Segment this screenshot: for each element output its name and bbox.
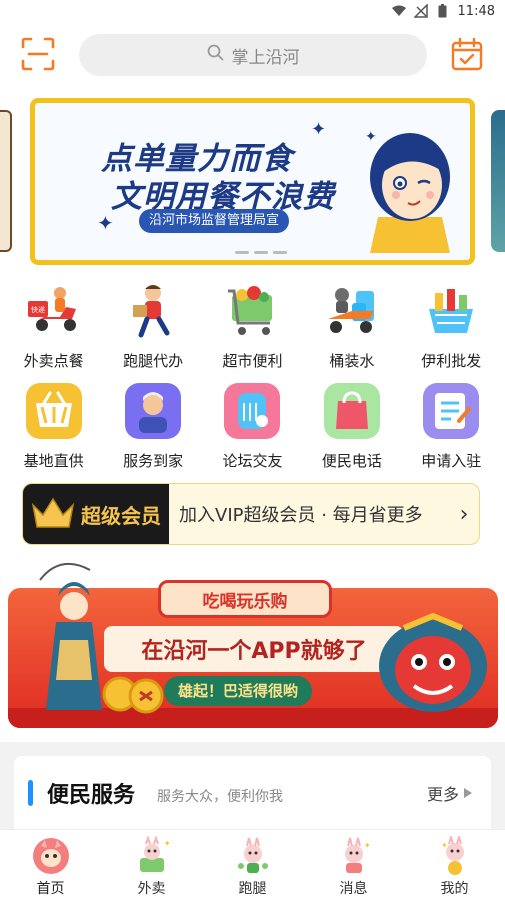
grid-item-wholesale[interactable]: 伊利批发 (406, 272, 496, 372)
grid-item-base-supply[interactable]: 基地直供 (9, 372, 99, 472)
grid-item-apply[interactable]: 申请入驻 (406, 372, 496, 472)
home-service-icon (122, 380, 184, 442)
top-bar: 掌上沿河 (0, 32, 505, 80)
status-time: 11:48 (457, 3, 495, 19)
takeout-tab-icon: ✦ (132, 834, 172, 876)
wifi-icon (391, 4, 406, 18)
function-grid: 快递 外卖点餐 跑腿代办 超市便利 桶装水 伊利批发 基地直供 服务到家 论坛交… (0, 272, 505, 472)
forum-icon (221, 380, 283, 442)
vip-text: 加入VIP超级会员 · 每月省更多 (179, 505, 423, 526)
wholesale-basket-icon (420, 280, 482, 342)
more-button[interactable]: 更多 (427, 781, 473, 805)
tab-errand[interactable]: 跑腿 (213, 830, 293, 899)
grid-item-errand[interactable]: 跑腿代办 (108, 272, 198, 372)
message-tab-icon: ✦ (334, 836, 374, 876)
courier-runner-icon (122, 280, 184, 342)
lion-mask-illustration (374, 612, 492, 716)
bottom-tab-bar: 首页 ✦ 外卖 跑腿 ✦ 消息 ✦ 我的 (0, 829, 505, 899)
shopping-cart-icon (221, 280, 283, 342)
tab-messages[interactable]: ✦ 消息 (314, 830, 394, 899)
grid-label: 跑腿代办 (123, 352, 184, 370)
service-section: 便民服务 服务大众，便利你我 更多 (0, 756, 505, 830)
promo-headline: 在沿河一个APP就够了 (104, 626, 404, 672)
scan-icon[interactable] (20, 36, 56, 72)
grid-item-takeout[interactable]: 快递 外卖点餐 (9, 272, 99, 372)
grid-label: 基地直供 (23, 452, 84, 470)
grid-label: 申请入驻 (421, 452, 482, 470)
promo-slogan: 雄起！巴适得很哟 (164, 676, 313, 706)
profile-tab-icon: ✦ (435, 833, 475, 876)
service-title: 便民服务 (47, 783, 136, 808)
banner-next-peek[interactable] (491, 110, 505, 252)
svg-text:✦: ✦ (441, 841, 448, 850)
home-tab-icon (31, 836, 71, 876)
tab-label: 消息 (339, 881, 368, 897)
grid-item-phone[interactable]: 便民电话 (307, 372, 397, 472)
promo-cap: 吃喝玩乐购 (158, 580, 332, 618)
tab-takeout[interactable]: ✦ 外卖 (112, 830, 192, 899)
grid-item-forum[interactable]: 论坛交友 (207, 372, 297, 472)
svg-text:✦: ✦ (364, 841, 371, 850)
crown-icon (31, 495, 75, 533)
no-signal-icon (413, 4, 428, 18)
phone-bag-icon (321, 380, 383, 442)
svg-text:✦: ✦ (164, 839, 171, 848)
winking-girl-illustration (358, 121, 462, 253)
grid-label: 伊利批发 (421, 352, 482, 370)
vip-badge: 超级会员 (23, 484, 169, 544)
search-input[interactable]: 掌上沿河 (79, 34, 427, 76)
promo-banner[interactable]: 吃喝玩乐购 在沿河一个APP就够了 雄起！巴适得很哟 (8, 560, 498, 732)
status-bar: 11:48 (0, 0, 505, 22)
grid-label: 便民电话 (321, 452, 382, 470)
apply-icon (420, 380, 482, 442)
sparkle-icon: ✦ (311, 119, 327, 140)
tab-label: 外卖 (137, 881, 166, 897)
carousel-indicator (235, 251, 287, 254)
caret-right-icon (464, 788, 472, 798)
banner-subtitle: 沿河市场监督管理局宣 (139, 209, 290, 233)
banner-prev-peek[interactable] (0, 110, 12, 252)
grid-item-home-service[interactable]: 服务到家 (108, 372, 198, 472)
search-icon (207, 44, 224, 66)
more-label: 更多 (426, 785, 459, 804)
tab-label: 我的 (440, 881, 469, 897)
tab-profile[interactable]: ✦ 我的 (415, 830, 495, 899)
service-subtitle: 服务大众，便利你我 (157, 789, 284, 805)
banner-slide[interactable]: ✦ ✦ ✦ 点单量力而食 文明用餐不浪费 沿河市场监督管理局宣 (30, 98, 475, 265)
grid-label: 服务到家 (123, 452, 184, 470)
vip-banner[interactable]: 超级会员 加入VIP超级会员 · 每月省更多 › (22, 483, 480, 545)
battery-icon (436, 4, 450, 18)
grid-label: 论坛交友 (222, 452, 283, 470)
errand-tab-icon (233, 836, 273, 876)
tab-home[interactable]: 首页 (11, 830, 91, 899)
chevron-right-icon: › (459, 501, 469, 527)
grid-label: 外卖点餐 (23, 352, 84, 370)
calendar-check-icon[interactable] (449, 36, 485, 72)
delivery-scooter-icon: 快递 (23, 280, 85, 342)
banner-carousel[interactable]: ✦ ✦ ✦ 点单量力而食 文明用餐不浪费 沿河市场监督管理局宣 (0, 98, 505, 266)
grid-label: 超市便利 (222, 352, 283, 370)
vip-title: 超级会员 (81, 503, 161, 528)
section-divider (0, 742, 505, 756)
water-delivery-icon (321, 280, 383, 342)
grid-item-water[interactable]: 桶装水 (307, 272, 397, 372)
grid-item-supermarket[interactable]: 超市便利 (207, 272, 297, 372)
tab-label: 首页 (36, 881, 65, 897)
takeout-badge: 快递 (31, 305, 45, 314)
base-supply-icon (23, 380, 85, 442)
section-accent-bar (28, 780, 33, 806)
opera-figure-illustration (30, 560, 116, 720)
service-header: 便民服务 服务大众，便利你我 更多 (14, 756, 491, 830)
search-placeholder: 掌上沿河 (231, 47, 300, 68)
grid-label: 桶装水 (329, 352, 375, 370)
tab-label: 跑腿 (238, 881, 267, 897)
